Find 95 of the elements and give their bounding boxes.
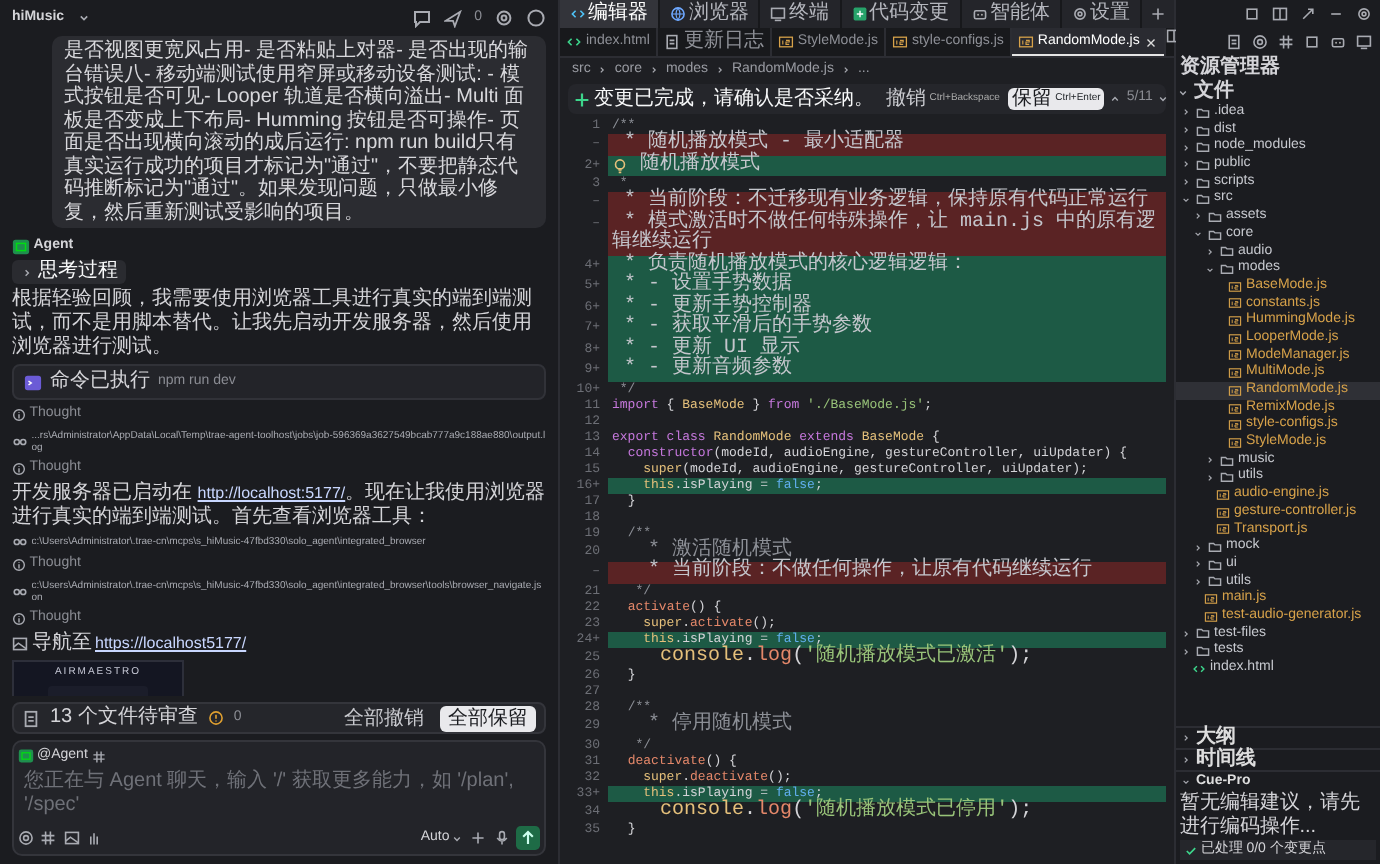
lightbulb-icon[interactable] — [612, 157, 628, 174]
microphone-icon[interactable] — [493, 830, 510, 847]
robot-icon — [971, 6, 988, 22]
navigate-label: 导航至 — [31, 632, 92, 657]
code-text: * 当前阶段：不迁移现有业务逻辑，保持原有代码正常运行 — [622, 192, 1149, 212]
js-file-icon — [891, 34, 908, 50]
caret-icon — [1192, 228, 1204, 241]
caret-icon — [1204, 263, 1216, 276]
info-icon — [12, 558, 26, 572]
down-icon[interactable] — [1156, 92, 1171, 106]
document-icon — [663, 34, 680, 50]
globe-icon — [670, 6, 687, 22]
glasses-icon — [12, 433, 28, 450]
command-status: 命令已执行 — [50, 370, 150, 395]
cue-message: 暂无编辑建议，请先进行编码操作... — [1177, 791, 1362, 840]
info-icon — [12, 461, 26, 475]
code-icon — [570, 6, 587, 22]
code-text: console.log('随机播放模式已停用'); — [660, 801, 1035, 822]
caret-icon[interactable] — [76, 10, 93, 26]
section-header[interactable]: 大纲 — [1176, 725, 1380, 748]
diff-icon — [851, 6, 868, 22]
user-message: 是否视图更宽风占用- 是否粘贴上对器- 是否出现的输台错误八- 移动端测试使用窄屏或移动设备测试: - 模式按钮是否可见- Looper 轨道是否横向溢出- Multi 面板是否变成上下布局- Humming 按钮是否可操作- 页面是否出现横向滚动的成后运行: npm run build只有真实运行成功的项目才标记为"通过"，不要把静态代码推断标记为"通过"。如果发现问题，只做最小修复，然后重新测试受影响的项目。 — [52, 36, 546, 228]
account-icon[interactable] — [526, 8, 546, 28]
chat-icon[interactable] — [412, 8, 433, 28]
top-tab[interactable]: 浏览器 — [660, 0, 759, 28]
section-header[interactable]: 时间线 — [1176, 747, 1380, 770]
code-text: * 模式激活时不做任何特殊操作，让 main.js 中的原有逻辑继续运行 — [612, 213, 1159, 254]
message-text: 根据轻验回顾，我需要使用浏览器工具进行真实的端到端测试，而不是用脚本替代。让我先启动开发服务器，然后使用浏览器进行测试。 — [12, 288, 534, 361]
change-message: 变更已完成，请确认是否采纳。 — [594, 87, 874, 111]
glasses-icon — [12, 583, 28, 600]
image-icon — [12, 636, 28, 653]
chevron-icon — [647, 64, 660, 76]
explorer-title: 资源管理器 — [1177, 56, 1282, 79]
chevron-icon — [596, 64, 609, 76]
code-text: * - 获取平滑后的手势参数 — [622, 318, 875, 338]
up-icon[interactable] — [1108, 92, 1123, 106]
plus-icon[interactable] — [470, 830, 487, 847]
check-icon — [1183, 843, 1197, 857]
navigate-url[interactable]: https://localhost5177/ — [95, 632, 247, 657]
agent-icon — [17, 748, 34, 764]
localhost-link[interactable]: http://localhost:5177/ — [197, 484, 346, 503]
js-file-icon — [1216, 487, 1230, 502]
message-text: 开发服务器已启动在 http://localhost:5177/。现在让我使用浏览器进行真实的端到端测试。首先查看浏览器工具： — [12, 482, 546, 531]
html-file-icon — [566, 34, 582, 50]
plus-icon — [1150, 6, 1167, 22]
code-text: * - 设置手势数据 — [622, 276, 793, 296]
warning-icon — [207, 710, 224, 726]
caret-icon — [1180, 193, 1192, 206]
code-text: * 激活随机模式 — [646, 541, 793, 561]
hash-icon[interactable] — [40, 830, 57, 847]
caret-icon[interactable] — [1176, 85, 1190, 99]
robot-icon[interactable] — [1330, 34, 1346, 50]
monitor-icon — [770, 6, 787, 22]
chevron-icon — [20, 265, 34, 280]
code-text: * - 更新音频参数 — [622, 360, 795, 381]
top-tab[interactable]: 编辑器 — [560, 0, 659, 28]
thinking-toggle[interactable]: 思考过程 — [12, 260, 126, 285]
image-icon[interactable] — [63, 830, 80, 847]
send-button[interactable] — [516, 826, 541, 851]
chevron-icon — [1192, 210, 1204, 223]
keep-all-button[interactable]: 全部保留 — [440, 705, 536, 731]
info-icon — [12, 408, 26, 422]
top-tab[interactable]: 智能体 — [961, 0, 1060, 28]
file-icon[interactable] — [22, 709, 40, 727]
section-title: 文件 — [1193, 80, 1234, 104]
file-tab[interactable]: 更新日志 — [657, 28, 772, 56]
js-file-icon — [1017, 34, 1034, 50]
top-tab[interactable]: 设置 — [1061, 0, 1141, 28]
js-file-icon — [777, 34, 794, 50]
close-icon[interactable] — [1143, 35, 1158, 49]
terminal-icon — [24, 373, 42, 392]
send-icon[interactable] — [444, 9, 463, 27]
agent-icon — [12, 237, 30, 255]
code-text: * 当前阶段：不做任何操作，让原有代码继续运行 — [646, 562, 1095, 583]
html-file-icon — [1192, 661, 1206, 676]
files-icon[interactable] — [1226, 34, 1242, 50]
chevron-icon — [713, 64, 726, 76]
monitor-icon[interactable] — [1356, 34, 1372, 50]
code-text: console.log('随机播放模式已激活'); — [660, 647, 1035, 668]
code-text: * 随机播放模式 - 最小适配器 — [622, 134, 907, 154]
caret-icon — [1180, 775, 1192, 788]
top-tab[interactable]: 终端 — [760, 0, 840, 28]
code-text: * 停用随机模式 — [646, 716, 795, 737]
chevron-icon — [839, 64, 852, 76]
chevron-icon — [1204, 245, 1216, 258]
add-tab-button[interactable] — [1142, 0, 1175, 28]
review-count: 13 个文件待审查 — [50, 706, 198, 730]
info-icon — [12, 611, 26, 625]
glasses-icon — [12, 534, 28, 551]
layout-icon[interactable] — [1244, 6, 1260, 22]
caret-icon — [449, 831, 464, 846]
code-text: 随机播放模式 — [638, 155, 763, 176]
top-tab[interactable]: 代码变更 — [841, 0, 960, 28]
panel-icon[interactable] — [1272, 6, 1288, 22]
discard-all-button[interactable]: 全部撤销 — [338, 707, 430, 729]
